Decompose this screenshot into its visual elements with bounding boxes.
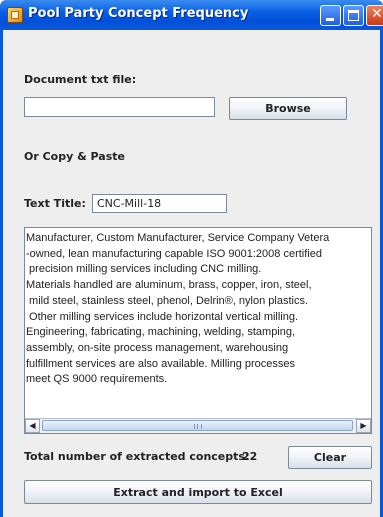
text-area[interactable]: Manufacturer, Custom Manufacturer, Servi… [24,227,372,434]
text-area-content[interactable]: Manufacturer, Custom Manufacturer, Servi… [26,231,371,388]
clear-button[interactable]: Clear [288,446,372,469]
copy-paste-label: Or Copy & Paste [24,150,125,163]
minimize-icon[interactable] [320,5,341,26]
text-title-label: Text Title: [24,197,86,210]
text-area-line: Engineering, fabricating, machining, wel… [26,326,296,339]
text-title-input[interactable] [92,194,227,213]
arrow-left-icon[interactable]: ◀ [25,419,40,433]
extracted-count-label: Total number of extracted concepts: [24,450,250,463]
text-area-line: meet QS 9000 requirements. [26,373,168,386]
text-area-line: Manufacturer, Custom Manufacturer, Servi… [26,232,330,244]
document-file-path-input[interactable] [24,97,215,117]
arrow-right-icon[interactable]: ▶ [356,419,371,433]
text-area-line: Materials handled are aluminum, brass, c… [26,279,312,292]
extracted-count-value: 22 [242,450,258,463]
horizontal-scrollbar[interactable]: ◀ ▶ [25,418,371,433]
scrollbar-grip-icon [193,424,202,429]
close-icon[interactable] [366,5,383,26]
extract-import-excel-button[interactable]: Extract and import to Excel [24,480,372,504]
scrollbar-thumb[interactable] [42,420,353,431]
browse-button[interactable]: Browse [229,97,347,120]
app-icon [7,7,23,23]
text-area-line: assembly, on-site process management, wa… [26,341,289,354]
text-area-line: fulfillment services are also available.… [26,357,296,370]
window-title: Pool Party Concept Frequency [28,6,249,21]
document-file-label: Document txt file: [24,73,137,86]
maximize-icon[interactable] [343,5,364,26]
text-area-line: mild steel, stainless steel, phenol, Del… [26,294,309,307]
title-bar[interactable]: Pool Party Concept Frequency [0,0,383,30]
text-area-line: -owned, lean manufacturing capable ISO 9… [26,247,322,260]
text-area-line: Other milling services include horizonta… [26,310,299,323]
text-area-line: precision milling services including CNC… [26,263,262,276]
